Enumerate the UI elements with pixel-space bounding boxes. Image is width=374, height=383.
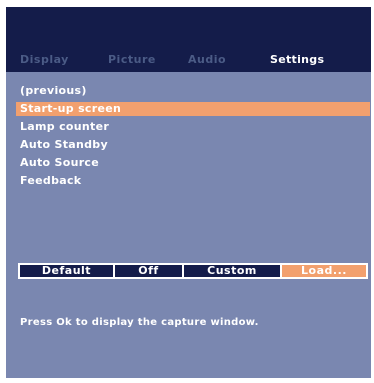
start-up-screen-options: Default Off Custom Load... (18, 263, 368, 279)
tab-picture[interactable]: Picture (108, 52, 156, 72)
option-load-button[interactable]: Load... (282, 265, 366, 277)
menu-item-start-up-screen[interactable]: Start-up screen (16, 102, 370, 116)
tab-display[interactable]: Display (20, 52, 69, 72)
menu-item-previous[interactable]: (previous) (16, 84, 370, 98)
option-custom-button[interactable]: Custom (184, 265, 280, 277)
tab-settings[interactable]: Settings (270, 52, 324, 72)
menu-item-feedback[interactable]: Feedback (16, 174, 370, 188)
menu-item-auto-source[interactable]: Auto Source (16, 156, 370, 170)
menu-item-lamp-counter[interactable]: Lamp counter (16, 120, 370, 134)
option-default-button[interactable]: Default (20, 265, 113, 277)
hint-text: Press Ok to display the capture window. (20, 317, 259, 328)
osd-settings-panel: Display Picture Audio Settings (previous… (6, 7, 371, 378)
option-off-button[interactable]: Off (115, 265, 182, 277)
tab-bar: Display Picture Audio Settings (6, 52, 371, 72)
menu-item-auto-standby[interactable]: Auto Standby (16, 138, 370, 152)
tab-audio[interactable]: Audio (188, 52, 226, 72)
